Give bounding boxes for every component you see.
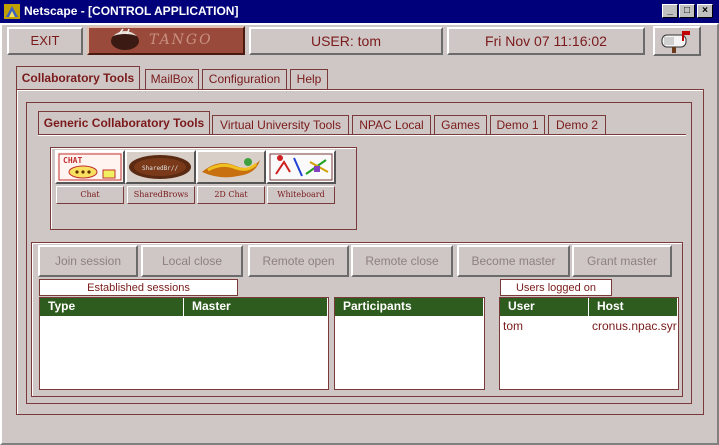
tab-help[interactable]: Help	[290, 69, 328, 89]
sessions-column-type[interactable]: Type	[40, 298, 184, 316]
2d-chat-icon	[198, 152, 264, 182]
tab-virtual-university-tools[interactable]: Virtual University Tools	[212, 115, 349, 135]
maximize-button[interactable]: □	[679, 4, 695, 18]
table-row[interactable]: tom cronus.npac.syr	[500, 318, 678, 334]
chat-icon-text: CHAT	[63, 156, 82, 165]
participants-column-header[interactable]: Participants	[335, 298, 484, 316]
shared-browser-tool-button[interactable]: SharedBr//	[125, 150, 196, 184]
remote-close-button[interactable]: Remote close	[351, 245, 453, 277]
users-column-user[interactable]: User	[500, 298, 589, 316]
exit-button[interactable]: EXIT	[7, 27, 83, 55]
close-button[interactable]: ×	[697, 4, 713, 18]
2d-chat-tool-button[interactable]	[196, 150, 266, 184]
participants-list[interactable]: Participants	[334, 297, 485, 390]
user-cell: tom	[503, 319, 524, 333]
remote-open-button[interactable]: Remote open	[248, 245, 349, 277]
sessions-list[interactable]: Type Master	[39, 297, 329, 390]
users-logged-on-label: Users logged on	[500, 279, 612, 296]
tab-mailbox[interactable]: MailBox	[145, 69, 199, 89]
established-sessions-label: Established sessions	[39, 279, 238, 296]
whiteboard-tool-button[interactable]	[266, 150, 336, 184]
tango-logo-button[interactable]: TANGO	[87, 26, 245, 55]
tab-configuration[interactable]: Configuration	[202, 69, 287, 89]
user-display: USER: tom	[249, 27, 443, 55]
mailbox-button[interactable]	[653, 26, 701, 56]
subtab-divider-highlight	[38, 135, 686, 136]
chat-icon: CHAT	[57, 152, 123, 182]
tab-generic-collaboratory-tools[interactable]: Generic Collaboratory Tools	[38, 111, 210, 135]
2d-chat-tool-label[interactable]: 2D Chat	[197, 186, 265, 204]
users-column-host[interactable]: Host	[589, 298, 678, 316]
whiteboard-tool-label[interactable]: Whiteboard	[267, 186, 335, 204]
grant-master-button[interactable]: Grant master	[572, 245, 672, 277]
minimize-button[interactable]: _	[662, 4, 678, 18]
window-title-bar: Netscape - [CONTROL APPLICATION] _ □ ×	[0, 0, 719, 23]
tab-npac-local[interactable]: NPAC Local	[352, 115, 431, 135]
netscape-icon	[4, 4, 20, 19]
chat-tool-label[interactable]: Chat	[56, 186, 124, 204]
shared-browser-icon: SharedBr//	[127, 152, 194, 182]
become-master-button[interactable]: Become master	[457, 245, 570, 277]
tab-demo-1[interactable]: Demo 1	[490, 115, 545, 135]
tab-demo-2[interactable]: Demo 2	[548, 115, 606, 135]
join-session-button[interactable]: Join session	[38, 245, 138, 277]
users-list[interactable]: User Host tom cronus.npac.syr	[499, 297, 679, 390]
shared-browser-icon-text: SharedBr//	[142, 165, 179, 172]
tango-logo-text: TANGO	[149, 32, 213, 48]
datetime-display: Fri Nov 07 11:16:02	[447, 27, 645, 55]
chat-tool-button[interactable]: CHAT	[55, 150, 125, 184]
whiteboard-icon	[268, 152, 334, 182]
window-title: Netscape - [CONTROL APPLICATION]	[24, 4, 239, 18]
local-close-button[interactable]: Local close	[141, 245, 243, 277]
host-cell: cronus.npac.syr	[592, 319, 677, 333]
mailbox-icon	[661, 31, 690, 53]
tab-collaboratory-tools[interactable]: Collaboratory Tools	[16, 66, 140, 90]
shared-browser-tool-label[interactable]: SharedBrows	[127, 186, 195, 204]
tab-games[interactable]: Games	[434, 115, 487, 135]
sessions-column-master[interactable]: Master	[184, 298, 328, 316]
